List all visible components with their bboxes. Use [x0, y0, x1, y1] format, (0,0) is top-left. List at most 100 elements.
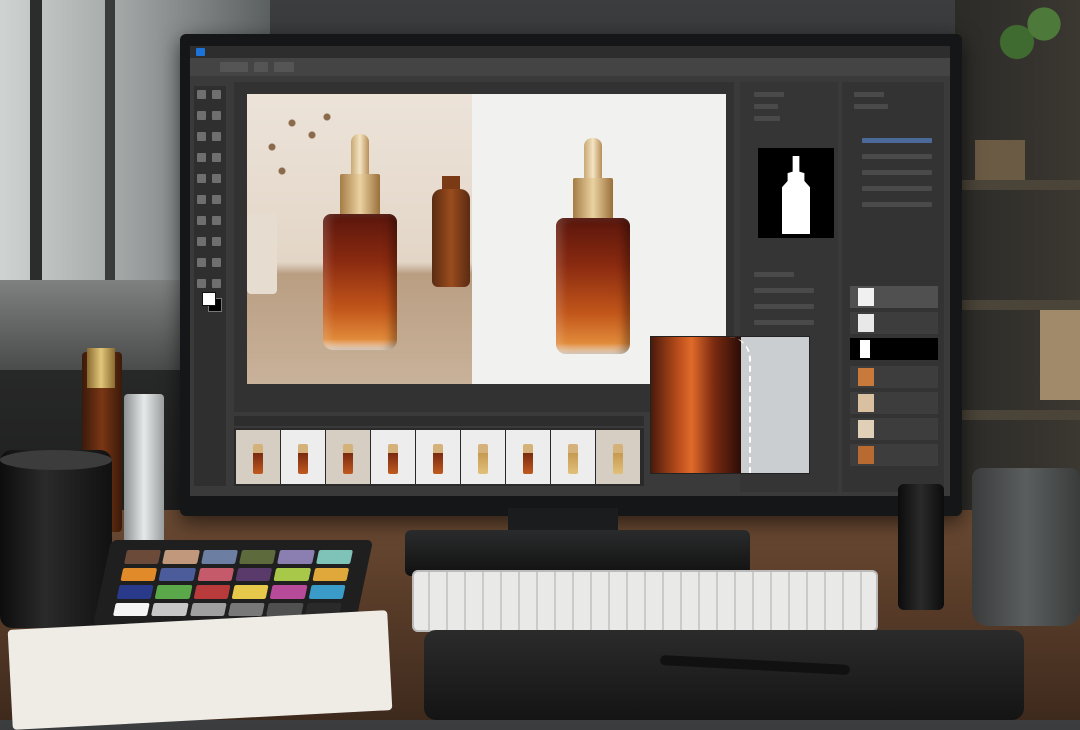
- layer-row[interactable]: [850, 312, 938, 334]
- zoomed-bottle-edge: [651, 337, 741, 473]
- zoom-tool-icon[interactable]: [212, 279, 221, 288]
- window-frame: [30, 0, 42, 290]
- marquee-tool-icon[interactable]: [212, 90, 221, 99]
- layer-mask-preview: [758, 148, 834, 238]
- quick-select-tool-icon[interactable]: [212, 111, 221, 120]
- layer-row[interactable]: [850, 392, 938, 414]
- color-checker-chip: [227, 602, 266, 616]
- color-checker-chip: [231, 585, 269, 599]
- photo-editor-screen: [190, 46, 950, 496]
- color-checker-chip: [270, 585, 308, 599]
- crop-tool-icon[interactable]: [197, 132, 206, 141]
- filmstrip-thumbnail[interactable]: [596, 430, 640, 484]
- app-icon[interactable]: [196, 48, 205, 56]
- layer-thumbnail: [858, 394, 874, 412]
- filmstrip-thumbnail[interactable]: [506, 430, 550, 484]
- amber-bottle-cap: [87, 348, 115, 388]
- color-checker-chip: [235, 567, 273, 581]
- serum-bottle-cutout: [556, 138, 630, 358]
- healing-tool-icon[interactable]: [197, 153, 206, 162]
- camera-lens-rim: [0, 450, 112, 470]
- layer-row[interactable]: [850, 444, 938, 466]
- color-checker-chip: [155, 585, 193, 599]
- filmstrip-thumbnail[interactable]: [326, 430, 370, 484]
- menu-bar: [190, 46, 950, 58]
- selection-path-outline: [729, 337, 751, 473]
- color-checker-chip: [273, 567, 311, 581]
- shelf-board: [955, 180, 1080, 190]
- history-brush-tool-icon[interactable]: [212, 174, 221, 183]
- color-checker-chip: [315, 550, 353, 564]
- path-select-tool-icon[interactable]: [197, 258, 206, 267]
- layer-row[interactable]: [850, 418, 938, 440]
- color-checker-chip: [189, 602, 227, 616]
- layer-row[interactable]: [850, 286, 938, 308]
- filmstrip-thumbnail[interactable]: [371, 430, 415, 484]
- move-tool-icon[interactable]: [197, 90, 206, 99]
- foreground-color-swatch[interactable]: [202, 292, 216, 306]
- filmstrip-thumbnail[interactable]: [461, 430, 505, 484]
- filmstrip-header: [234, 416, 644, 426]
- layer-thumbnail: [858, 314, 874, 332]
- background-shelf: [955, 0, 1080, 510]
- zoomed-edge-detail: [650, 336, 810, 474]
- shelf-board: [955, 410, 1080, 420]
- pen-tool-icon[interactable]: [197, 237, 206, 246]
- camera-lens: [0, 450, 112, 628]
- blur-tool-icon[interactable]: [197, 216, 206, 225]
- color-checker-chip: [116, 585, 154, 599]
- layer-thumbnail: [858, 288, 874, 306]
- options-control[interactable]: [254, 62, 268, 72]
- serum-bottle-original: [323, 134, 397, 354]
- bottle-mask-silhouette: [782, 156, 810, 234]
- shape-tool-icon[interactable]: [212, 258, 221, 267]
- brush-tool-icon[interactable]: [212, 153, 221, 162]
- lasso-tool-icon[interactable]: [197, 111, 206, 120]
- filmstrip-thumbnail[interactable]: [281, 430, 325, 484]
- shelf-board: [955, 300, 1080, 310]
- shelf-frame: [1040, 310, 1080, 400]
- mask-thumbnail: [860, 340, 870, 358]
- amber-vase: [432, 189, 470, 287]
- color-checker-chip: [193, 585, 231, 599]
- filmstrip-thumbnail[interactable]: [236, 430, 280, 484]
- tools-panel: [194, 86, 226, 486]
- color-checker-chip: [120, 567, 158, 581]
- color-checker-chip: [162, 550, 200, 564]
- layer-thumbnail: [858, 420, 874, 438]
- eraser-tool-icon[interactable]: [197, 195, 206, 204]
- ceramic-jar: [247, 214, 277, 294]
- options-bar: [190, 58, 950, 76]
- filmstrip-thumbnail[interactable]: [551, 430, 595, 484]
- color-checker-chip: [197, 567, 235, 581]
- drawing-tablet[interactable]: [424, 630, 1024, 720]
- pen-holder: [898, 484, 944, 610]
- options-control[interactable]: [274, 62, 294, 72]
- color-checker-chip: [277, 550, 315, 564]
- color-checker-chip: [308, 585, 346, 599]
- dodge-tool-icon[interactable]: [212, 216, 221, 225]
- color-checker-chip: [200, 550, 238, 564]
- filmstrip[interactable]: [234, 428, 644, 486]
- hand-tool-icon[interactable]: [197, 279, 206, 288]
- keyboard[interactable]: [412, 570, 878, 632]
- color-checker-chip: [158, 567, 196, 581]
- layer-row[interactable]: [850, 338, 938, 360]
- filmstrip-thumbnail[interactable]: [416, 430, 460, 484]
- plant: [990, 0, 1080, 60]
- sketch-notebook: [7, 610, 393, 730]
- color-checker-chip: [312, 567, 350, 581]
- gradient-tool-icon[interactable]: [212, 195, 221, 204]
- type-tool-icon[interactable]: [212, 237, 221, 246]
- layer-thumbnail: [858, 446, 874, 464]
- clear-bottle-prop: [124, 394, 164, 554]
- options-control[interactable]: [220, 62, 248, 72]
- layer-row[interactable]: [850, 366, 938, 388]
- color-checker-chip: [239, 550, 277, 564]
- coffee-mug: [972, 468, 1080, 626]
- clone-stamp-tool-icon[interactable]: [197, 174, 206, 183]
- eyedropper-tool-icon[interactable]: [212, 132, 221, 141]
- color-checker-chip: [151, 602, 189, 616]
- window-frame-mullion: [105, 0, 115, 290]
- color-checker-chip: [112, 602, 151, 616]
